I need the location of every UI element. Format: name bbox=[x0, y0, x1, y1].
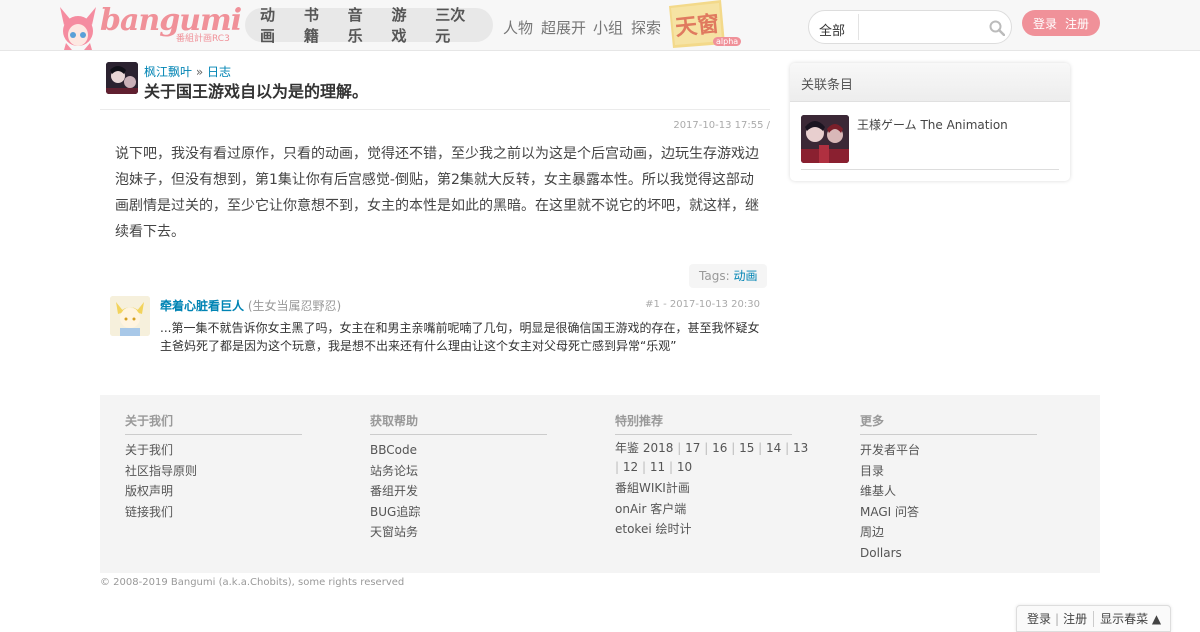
auth-buttons: 登录 注册 bbox=[1022, 10, 1100, 36]
footer-col-more: 更多 开发者平台 目录 维基人 MAGI 问答 周边 Dollars bbox=[860, 412, 1060, 563]
footer-link-index[interactable]: 目录 bbox=[860, 464, 884, 478]
commenter-avatar-image bbox=[110, 296, 150, 336]
related-subject-title[interactable]: 王様ゲーム The Animation bbox=[857, 116, 1008, 133]
footer-link-etokei[interactable]: etokei 绘时计 bbox=[615, 522, 691, 536]
yearbook-label: 年鉴 bbox=[615, 441, 640, 455]
footer-link-bug[interactable]: BUG追踪 bbox=[370, 505, 420, 519]
bottom-separator: | bbox=[1055, 611, 1060, 626]
footer-link-linkus[interactable]: 链接我们 bbox=[125, 505, 173, 519]
bottom-toolbar: 登录 | 注册 显示春菜 ▲ bbox=[1016, 605, 1171, 632]
footer-link-bbcode[interactable]: BBCode bbox=[370, 443, 417, 457]
blog-header: 枫江飘叶 » 日志 关于国王游戏自以为是的理解。 bbox=[106, 62, 770, 110]
mascot-icon bbox=[60, 7, 96, 50]
register-button[interactable]: 注册 bbox=[1065, 15, 1089, 32]
yearbook-15[interactable]: 15 bbox=[739, 441, 754, 455]
commenter-avatar[interactable] bbox=[110, 296, 150, 336]
yearbook-16[interactable]: 16 bbox=[712, 441, 727, 455]
yearbook-12[interactable]: 12 bbox=[623, 460, 638, 474]
blog-body: 说下吧，我没有看过原作，只看的动画，觉得还不错，至少我之前以为这是个后宫动画，边… bbox=[115, 146, 759, 240]
comment-text: ...第一集不就告诉你女主黑了吗，女主在和男主亲嘴前呢喃了几句，明显是很确信国王… bbox=[160, 321, 760, 353]
footer-col-featured: 特别推荐 年鉴 2018 | 17 | 16 | 15 | 14 | 13 | … bbox=[615, 412, 815, 540]
footer-link-forum[interactable]: 站务论坛 bbox=[370, 464, 418, 478]
comment-meta[interactable]: #1 - 2017-10-13 20:30 bbox=[645, 299, 760, 310]
yearbook-14[interactable]: 14 bbox=[766, 441, 781, 455]
show-chobits-toggle[interactable]: 显示春菜 ▲ bbox=[1100, 610, 1161, 627]
site-footer: 关于我们 关于我们 社区指导原则 版权声明 链接我们 获取帮助 BBCode 站… bbox=[100, 395, 1100, 573]
search-bar: 全部 bbox=[808, 10, 1012, 44]
tianchuang-label: 天窗 bbox=[674, 11, 721, 42]
main-nav: 动画 书籍 音乐 游戏 三次元 bbox=[245, 6, 493, 45]
copyright-text: © 2008-2019 Bangumi (a.k.a.Chobits), som… bbox=[100, 577, 405, 588]
breadcrumb-author[interactable]: 枫江飘叶 bbox=[144, 65, 192, 79]
footer-link-tianchuang[interactable]: 天窗站务 bbox=[370, 525, 418, 539]
nav-explore[interactable]: 探索 bbox=[631, 17, 661, 38]
yearbook-10[interactable]: 10 bbox=[677, 460, 692, 474]
tags-label: Tags: bbox=[699, 269, 730, 283]
footer-heading-help: 获取帮助 bbox=[370, 412, 547, 435]
bottom-register-link[interactable]: 注册 bbox=[1063, 610, 1087, 627]
logo-subtitle: 番組計画RC3 bbox=[176, 34, 230, 44]
bottom-divider bbox=[1093, 610, 1095, 627]
related-subjects-heading: 关联条目 bbox=[790, 63, 1070, 102]
title-divider bbox=[100, 109, 770, 110]
related-subject-cover[interactable] bbox=[801, 115, 849, 163]
nav-book[interactable]: 书籍 bbox=[304, 4, 332, 46]
commenter-name[interactable]: 牵着心脏看巨人 bbox=[160, 299, 244, 313]
bottom-login-link[interactable]: 登录 bbox=[1027, 610, 1051, 627]
author-avatar[interactable] bbox=[106, 62, 138, 94]
related-subjects-panel: 关联条目 王様ゲーム The Animation bbox=[790, 63, 1070, 181]
footer-link-merch[interactable]: 周边 bbox=[860, 525, 884, 539]
footer-link-devplatform[interactable]: 开发者平台 bbox=[860, 443, 920, 457]
nav-group[interactable]: 小组 bbox=[593, 17, 623, 38]
footer-heading-featured: 特别推荐 bbox=[615, 412, 792, 435]
nav-anime[interactable]: 动画 bbox=[260, 4, 288, 46]
tianchuang-alpha: alpha bbox=[713, 37, 742, 46]
author-avatar-image bbox=[106, 62, 138, 94]
nav-music[interactable]: 音乐 bbox=[348, 4, 376, 46]
footer-link-about[interactable]: 关于我们 bbox=[125, 443, 173, 457]
footer-link-magi[interactable]: MAGI 问答 bbox=[860, 505, 919, 519]
footer-heading-about: 关于我们 bbox=[125, 412, 302, 435]
search-icon[interactable] bbox=[989, 20, 1005, 36]
footer-link-onair[interactable]: onAir 客户端 bbox=[615, 502, 686, 516]
breadcrumb-section[interactable]: 日志 bbox=[207, 65, 231, 79]
nav-game[interactable]: 游戏 bbox=[391, 4, 419, 46]
page-title: 关于国王游戏自以为是的理解。 bbox=[144, 82, 369, 101]
yearbook-13[interactable]: 13 bbox=[793, 441, 808, 455]
footer-link-wiki[interactable]: 番組WIKI計画 bbox=[615, 481, 690, 495]
commenter-sign: (生女当属忍野忍) bbox=[247, 299, 342, 313]
nav-rakuen[interactable]: 超展开 bbox=[541, 17, 586, 38]
search-input[interactable] bbox=[863, 15, 983, 39]
commenter-info: 牵着心脏看巨人 (生女当属忍野忍) bbox=[160, 297, 341, 314]
tianchuang-link[interactable]: 天窗 alpha bbox=[665, 0, 743, 48]
nav-real[interactable]: 三次元 bbox=[435, 4, 477, 46]
tag-link[interactable]: 动画 bbox=[733, 269, 757, 283]
footer-link-dollars[interactable]: Dollars bbox=[860, 546, 902, 560]
footer-link-guidelines[interactable]: 社区指导原则 bbox=[125, 464, 197, 478]
search-category-select[interactable]: 全部 bbox=[819, 20, 845, 39]
yearbook-11[interactable]: 11 bbox=[650, 460, 665, 474]
footer-link-wikiuser[interactable]: 维基人 bbox=[860, 484, 896, 498]
nav-person[interactable]: 人物 bbox=[503, 17, 533, 38]
related-subject-item: 王様ゲーム The Animation bbox=[801, 115, 1059, 170]
breadcrumb-separator: » bbox=[195, 65, 204, 79]
subject-cover-image bbox=[801, 115, 849, 163]
yearbook-2018[interactable]: 2018 bbox=[643, 441, 674, 455]
site-logo[interactable]: bangumi 番組計画RC3 bbox=[58, 3, 242, 50]
search-divider bbox=[858, 14, 859, 40]
footer-heading-more: 更多 bbox=[860, 412, 1037, 435]
yearbook-links: 年鉴 2018 | 17 | 16 | 15 | 14 | 13 | 12 | … bbox=[615, 441, 809, 474]
login-button[interactable]: 登录 bbox=[1033, 15, 1057, 32]
footer-col-about: 关于我们 关于我们 社区指导原则 版权声明 链接我们 bbox=[125, 412, 325, 522]
site-header: bangumi 番組計画RC3 动画 书籍 音乐 游戏 三次元 人物 超展开 小… bbox=[0, 0, 1200, 51]
yearbook-17[interactable]: 17 bbox=[685, 441, 700, 455]
blog-date: 2017-10-13 17:55 / bbox=[673, 120, 770, 131]
footer-col-help: 获取帮助 BBCode 站务论坛 番组开发 BUG追踪 天窗站务 bbox=[370, 412, 570, 543]
tags-box: Tags: 动画 bbox=[689, 264, 768, 288]
footer-link-dev[interactable]: 番组开发 bbox=[370, 484, 418, 498]
footer-link-copyright[interactable]: 版权声明 bbox=[125, 484, 173, 498]
